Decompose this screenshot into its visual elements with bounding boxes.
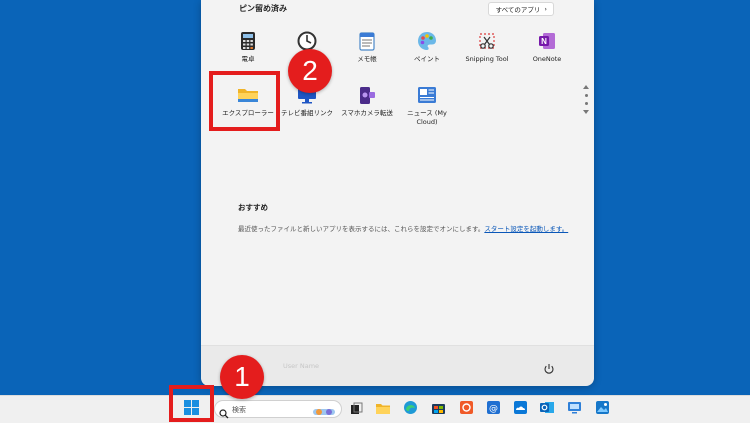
taskbar-mail[interactable]: @ bbox=[484, 400, 502, 418]
user-name[interactable]: User Name bbox=[283, 362, 319, 370]
edge-icon bbox=[403, 400, 418, 419]
notepad-icon bbox=[356, 30, 378, 52]
step-badge-1: 1 bbox=[220, 355, 264, 399]
pinned-app-label: ニュース (My Cloud) bbox=[407, 109, 447, 126]
recommended-message: 最近使ったファイルと新しいアプリを表示するには、これらを設定でオンにします。スタ… bbox=[238, 223, 568, 233]
calculator-icon bbox=[237, 30, 259, 52]
page-dot bbox=[584, 94, 588, 97]
svg-text:@: @ bbox=[489, 404, 498, 414]
pinned-app-label: テレビ番組リンク bbox=[281, 109, 333, 117]
chevron-up-icon[interactable] bbox=[583, 85, 589, 89]
pinned-app-label: 電卓 bbox=[241, 55, 255, 63]
recommended-text: 最近使ったファイルと新しいアプリを表示するには、これらを設定でオンにします。 bbox=[238, 225, 485, 233]
paint-icon bbox=[416, 30, 438, 52]
taskbar-photos[interactable] bbox=[593, 400, 611, 418]
all-apps-label: すべてのアプリ bbox=[495, 6, 541, 14]
step-badge-2: 2 bbox=[288, 49, 332, 93]
taskbar-edge[interactable] bbox=[401, 400, 419, 418]
start-button-highlight bbox=[169, 385, 214, 422]
pinned-app-phone-camera[interactable]: スマホカメラ転送 bbox=[338, 84, 396, 118]
start-menu: ピン留め済み すべてのアプリ › 電卓 メモ帳 ペイント Snipping To… bbox=[201, 0, 594, 386]
power-icon[interactable] bbox=[543, 360, 555, 374]
pinned-app-onenote[interactable]: N OneNote bbox=[518, 30, 576, 64]
chevron-right-icon: › bbox=[544, 5, 547, 13]
file-explorer-icon bbox=[375, 400, 391, 419]
photos-icon bbox=[595, 400, 610, 419]
pinned-app-calculator[interactable]: 電卓 bbox=[219, 30, 277, 64]
pinned-app-news[interactable]: ニュース (My Cloud) bbox=[398, 84, 456, 127]
taskbar-app[interactable] bbox=[457, 400, 475, 418]
pinned-app-label: スマホカメラ転送 bbox=[341, 109, 393, 117]
taskbar: 検索 @ bbox=[0, 395, 750, 423]
search-placeholder: 検索 bbox=[232, 406, 246, 414]
pinned-app-paint[interactable]: ペイント bbox=[398, 30, 456, 64]
taskbar-file-explorer[interactable] bbox=[374, 400, 392, 418]
onedrive-icon bbox=[513, 400, 528, 419]
all-apps-button[interactable]: すべてのアプリ › bbox=[487, 2, 554, 16]
page-dot bbox=[584, 102, 588, 105]
taskbar-remote-desktop[interactable] bbox=[565, 400, 583, 418]
task-view-button[interactable] bbox=[347, 400, 365, 418]
app-icon bbox=[459, 400, 474, 419]
snipping-tool-icon bbox=[476, 30, 498, 52]
remote-desktop-icon bbox=[567, 400, 582, 419]
pinned-page-indicator[interactable] bbox=[583, 85, 589, 114]
recommended-section-title: おすすめ bbox=[238, 203, 268, 212]
news-icon bbox=[416, 84, 438, 106]
file-explorer-highlight bbox=[209, 71, 280, 131]
pinned-app-label: OneNote bbox=[532, 55, 562, 63]
phone-camera-icon bbox=[356, 84, 378, 106]
task-view-icon bbox=[350, 400, 363, 419]
mail-icon: @ bbox=[486, 400, 501, 419]
pinned-app-label: ペイント bbox=[414, 55, 440, 63]
pinned-section-title: ピン留め済み bbox=[239, 4, 287, 13]
taskbar-onedrive[interactable] bbox=[511, 400, 529, 418]
search-highlight-icon bbox=[311, 403, 339, 422]
chevron-down-icon[interactable] bbox=[583, 110, 589, 114]
svg-text:N: N bbox=[541, 37, 547, 46]
pinned-app-label: Snipping Tool bbox=[465, 55, 509, 63]
onenote-icon: N bbox=[536, 30, 558, 52]
taskbar-store[interactable] bbox=[429, 400, 447, 418]
store-icon bbox=[431, 400, 446, 419]
outlook-icon bbox=[539, 400, 555, 419]
pinned-app-label: メモ帳 bbox=[357, 55, 377, 63]
start-settings-link[interactable]: スタート設定を起動します。 bbox=[484, 225, 568, 233]
search-icon bbox=[219, 404, 229, 423]
taskbar-search-box[interactable]: 検索 bbox=[214, 400, 342, 419]
taskbar-outlook[interactable] bbox=[538, 400, 556, 418]
pinned-app-snipping-tool[interactable]: Snipping Tool bbox=[458, 30, 516, 64]
pinned-app-notepad[interactable]: メモ帳 bbox=[338, 30, 396, 64]
